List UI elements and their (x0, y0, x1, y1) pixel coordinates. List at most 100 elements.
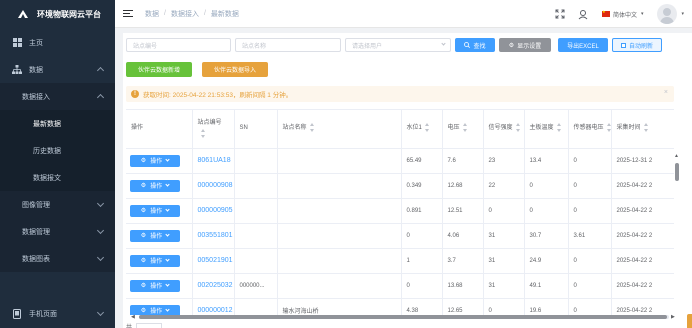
chevron-down-icon (96, 226, 105, 235)
row-action-label: 操作 (150, 184, 163, 190)
sidebar-item-latest-data[interactable]: 最新数据 (0, 110, 115, 137)
horizontal-scrollbar[interactable] (139, 315, 669, 319)
location-icon[interactable] (576, 7, 590, 21)
column-header-voltage[interactable]: 电压 (442, 110, 484, 149)
partner-cloud-import-button[interactable]: 伙伴云数据导入 (202, 62, 268, 77)
cell-board-temp: 24.9 (524, 248, 569, 274)
sidebar-item-data-management[interactable]: 数据管理 (0, 218, 115, 245)
cell-board-temp: 0 (524, 198, 569, 224)
column-header-signal[interactable]: 信号强度 (483, 110, 525, 149)
row-action-button[interactable]: ⚙ 操作 (130, 304, 180, 315)
column-header-op: 操作 (126, 110, 193, 149)
breadcrumb-separator: / (164, 10, 166, 17)
column-header-name[interactable]: 站点名称 (277, 110, 402, 149)
breadcrumb-item[interactable]: 数据 (145, 9, 159, 19)
cell-code[interactable]: 000000908 (192, 173, 235, 199)
sidebar-item-data-access[interactable]: 数据接入 (0, 83, 115, 110)
row-action-label: 操作 (150, 259, 163, 265)
sort-icon[interactable] (643, 123, 648, 133)
cell-time: 2025-04-22 2 (611, 248, 674, 274)
sort-icon[interactable] (606, 123, 611, 133)
chevron-down-icon (165, 157, 170, 162)
cell-board-temp: 13.4 (524, 148, 569, 174)
user-select[interactable]: 请选择用户 (345, 38, 451, 52)
scroll-left-icon[interactable]: ◀ (131, 314, 135, 320)
row-action-button[interactable]: ⚙ 操作 (130, 279, 180, 292)
sidebar-item-data-charts[interactable]: 数据图表 (0, 245, 115, 272)
row-action-button[interactable]: ⚙ 操作 (130, 229, 180, 242)
cell-code[interactable]: 8061UA18 (192, 148, 235, 174)
export-excel-button[interactable]: 导出EXCEL (558, 38, 608, 52)
station-code-input[interactable]: 站点编号 (126, 38, 231, 52)
column-header-time[interactable]: 采集时间 (611, 110, 674, 149)
station-name-input[interactable]: 站点名称 (235, 38, 341, 52)
row-action-button[interactable]: ⚙ 操作 (130, 204, 180, 217)
sidebar-submenu-data: 数据接入 最新数据 历史数据 数据报文 图像管理 数据管理 数据图表 (0, 83, 115, 272)
gear-icon: ⚙ (140, 308, 147, 314)
action-toolbar: 伙伴云数据新增 伙伴云数据导入 (126, 62, 272, 77)
sort-icon[interactable] (462, 123, 467, 133)
sort-icon[interactable] (309, 123, 314, 133)
hamburger-icon[interactable] (123, 9, 133, 18)
warning-icon: ! (131, 90, 139, 98)
cell-voltage: 3.7 (442, 248, 484, 274)
chevron-down-icon (96, 253, 105, 262)
sidebar-item-history-data[interactable]: 历史数据 (0, 137, 115, 164)
row-action-button[interactable]: ⚙ 操作 (130, 254, 180, 267)
main-content: 站点编号 站点名称 请选择用户 查找 ⚙ 显示设置 导出EXCEL 自动刷新 伙… (115, 28, 692, 328)
sidebar-item-home[interactable]: 主页 (0, 29, 115, 56)
sidebar-item-data-messages[interactable]: 数据报文 (0, 164, 115, 191)
cell-time: 2025-04-22 2 (611, 173, 674, 199)
sidebar-item-mobile[interactable]: 手机页面 (0, 300, 115, 328)
auto-refresh-toggle[interactable]: 自动刷新 (612, 38, 662, 52)
cell-code[interactable]: 002025032 (192, 273, 235, 299)
column-header-code[interactable]: 站点编号 (192, 110, 235, 149)
gear-icon: ⚙ (140, 208, 147, 214)
cell-code[interactable]: 000000905 (192, 198, 235, 224)
cell-code[interactable]: 000000012 (192, 298, 235, 315)
side-drawer-handle[interactable] (687, 314, 692, 328)
cell-code[interactable]: 005021901 (192, 248, 235, 274)
close-icon[interactable]: × (664, 89, 668, 96)
partner-cloud-add-button[interactable]: 伙伴云数据新增 (126, 62, 192, 77)
avatar[interactable] (657, 4, 678, 24)
row-action-button[interactable]: ⚙ 操作 (130, 179, 180, 192)
cell-sn: 000000... (234, 273, 278, 299)
column-header-board-temp[interactable]: 主板温度 (524, 110, 569, 149)
sidebar-item-data[interactable]: 数据 (0, 56, 115, 83)
vertical-scrollbar[interactable]: ▲ (674, 153, 679, 328)
scrollbar-thumb[interactable] (675, 163, 679, 181)
breadcrumb-item[interactable]: 数据接入 (171, 9, 199, 19)
pagination: 共 (126, 322, 163, 328)
avatar-dropdown-icon[interactable]: ▾ (681, 11, 684, 17)
scroll-up-icon[interactable]: ▲ (674, 153, 679, 159)
column-header-sensor-voltage[interactable]: 传感器电压 (568, 110, 612, 149)
gear-icon: ⚙ (140, 283, 147, 289)
sidebar-item-image-management[interactable]: 图像管理 (0, 191, 115, 218)
breadcrumb-separator: / (203, 10, 206, 17)
cell-op: ⚙ 操作 (126, 248, 193, 274)
page-size-select[interactable] (136, 322, 163, 328)
search-button[interactable]: 查找 (455, 38, 495, 52)
cell-signal: 23 (483, 148, 525, 174)
sort-icon[interactable] (200, 128, 205, 138)
sort-icon[interactable] (556, 123, 561, 133)
cell-code[interactable]: 003551801 (192, 223, 235, 249)
gear-icon: ⚙ (508, 42, 515, 49)
scrollbar-thumb[interactable] (139, 315, 667, 319)
row-action-button[interactable]: ⚙ 操作 (130, 154, 180, 167)
search-icon (464, 42, 471, 48)
table-row: ⚙ 操作 003551801 0 4.06 31 30.7 3.61 2025-04-22 2 (126, 223, 674, 249)
column-header-water[interactable]: 水位1 (401, 110, 443, 149)
fullscreen-icon[interactable] (553, 7, 567, 21)
cell-water: 0 (401, 273, 443, 299)
cell-sn (234, 223, 278, 249)
cell-sensor-v: 0 (568, 173, 612, 199)
sort-icon[interactable] (515, 123, 520, 133)
language-selector[interactable]: 简体中文 ▾ (601, 9, 643, 19)
cell-voltage: 7.6 (442, 148, 484, 174)
cell-board-temp: 19.6 (524, 298, 569, 315)
sidebar-item-label: 数据接入 (22, 93, 50, 101)
display-settings-button[interactable]: ⚙ 显示设置 (499, 38, 551, 52)
sort-icon[interactable] (424, 123, 429, 133)
